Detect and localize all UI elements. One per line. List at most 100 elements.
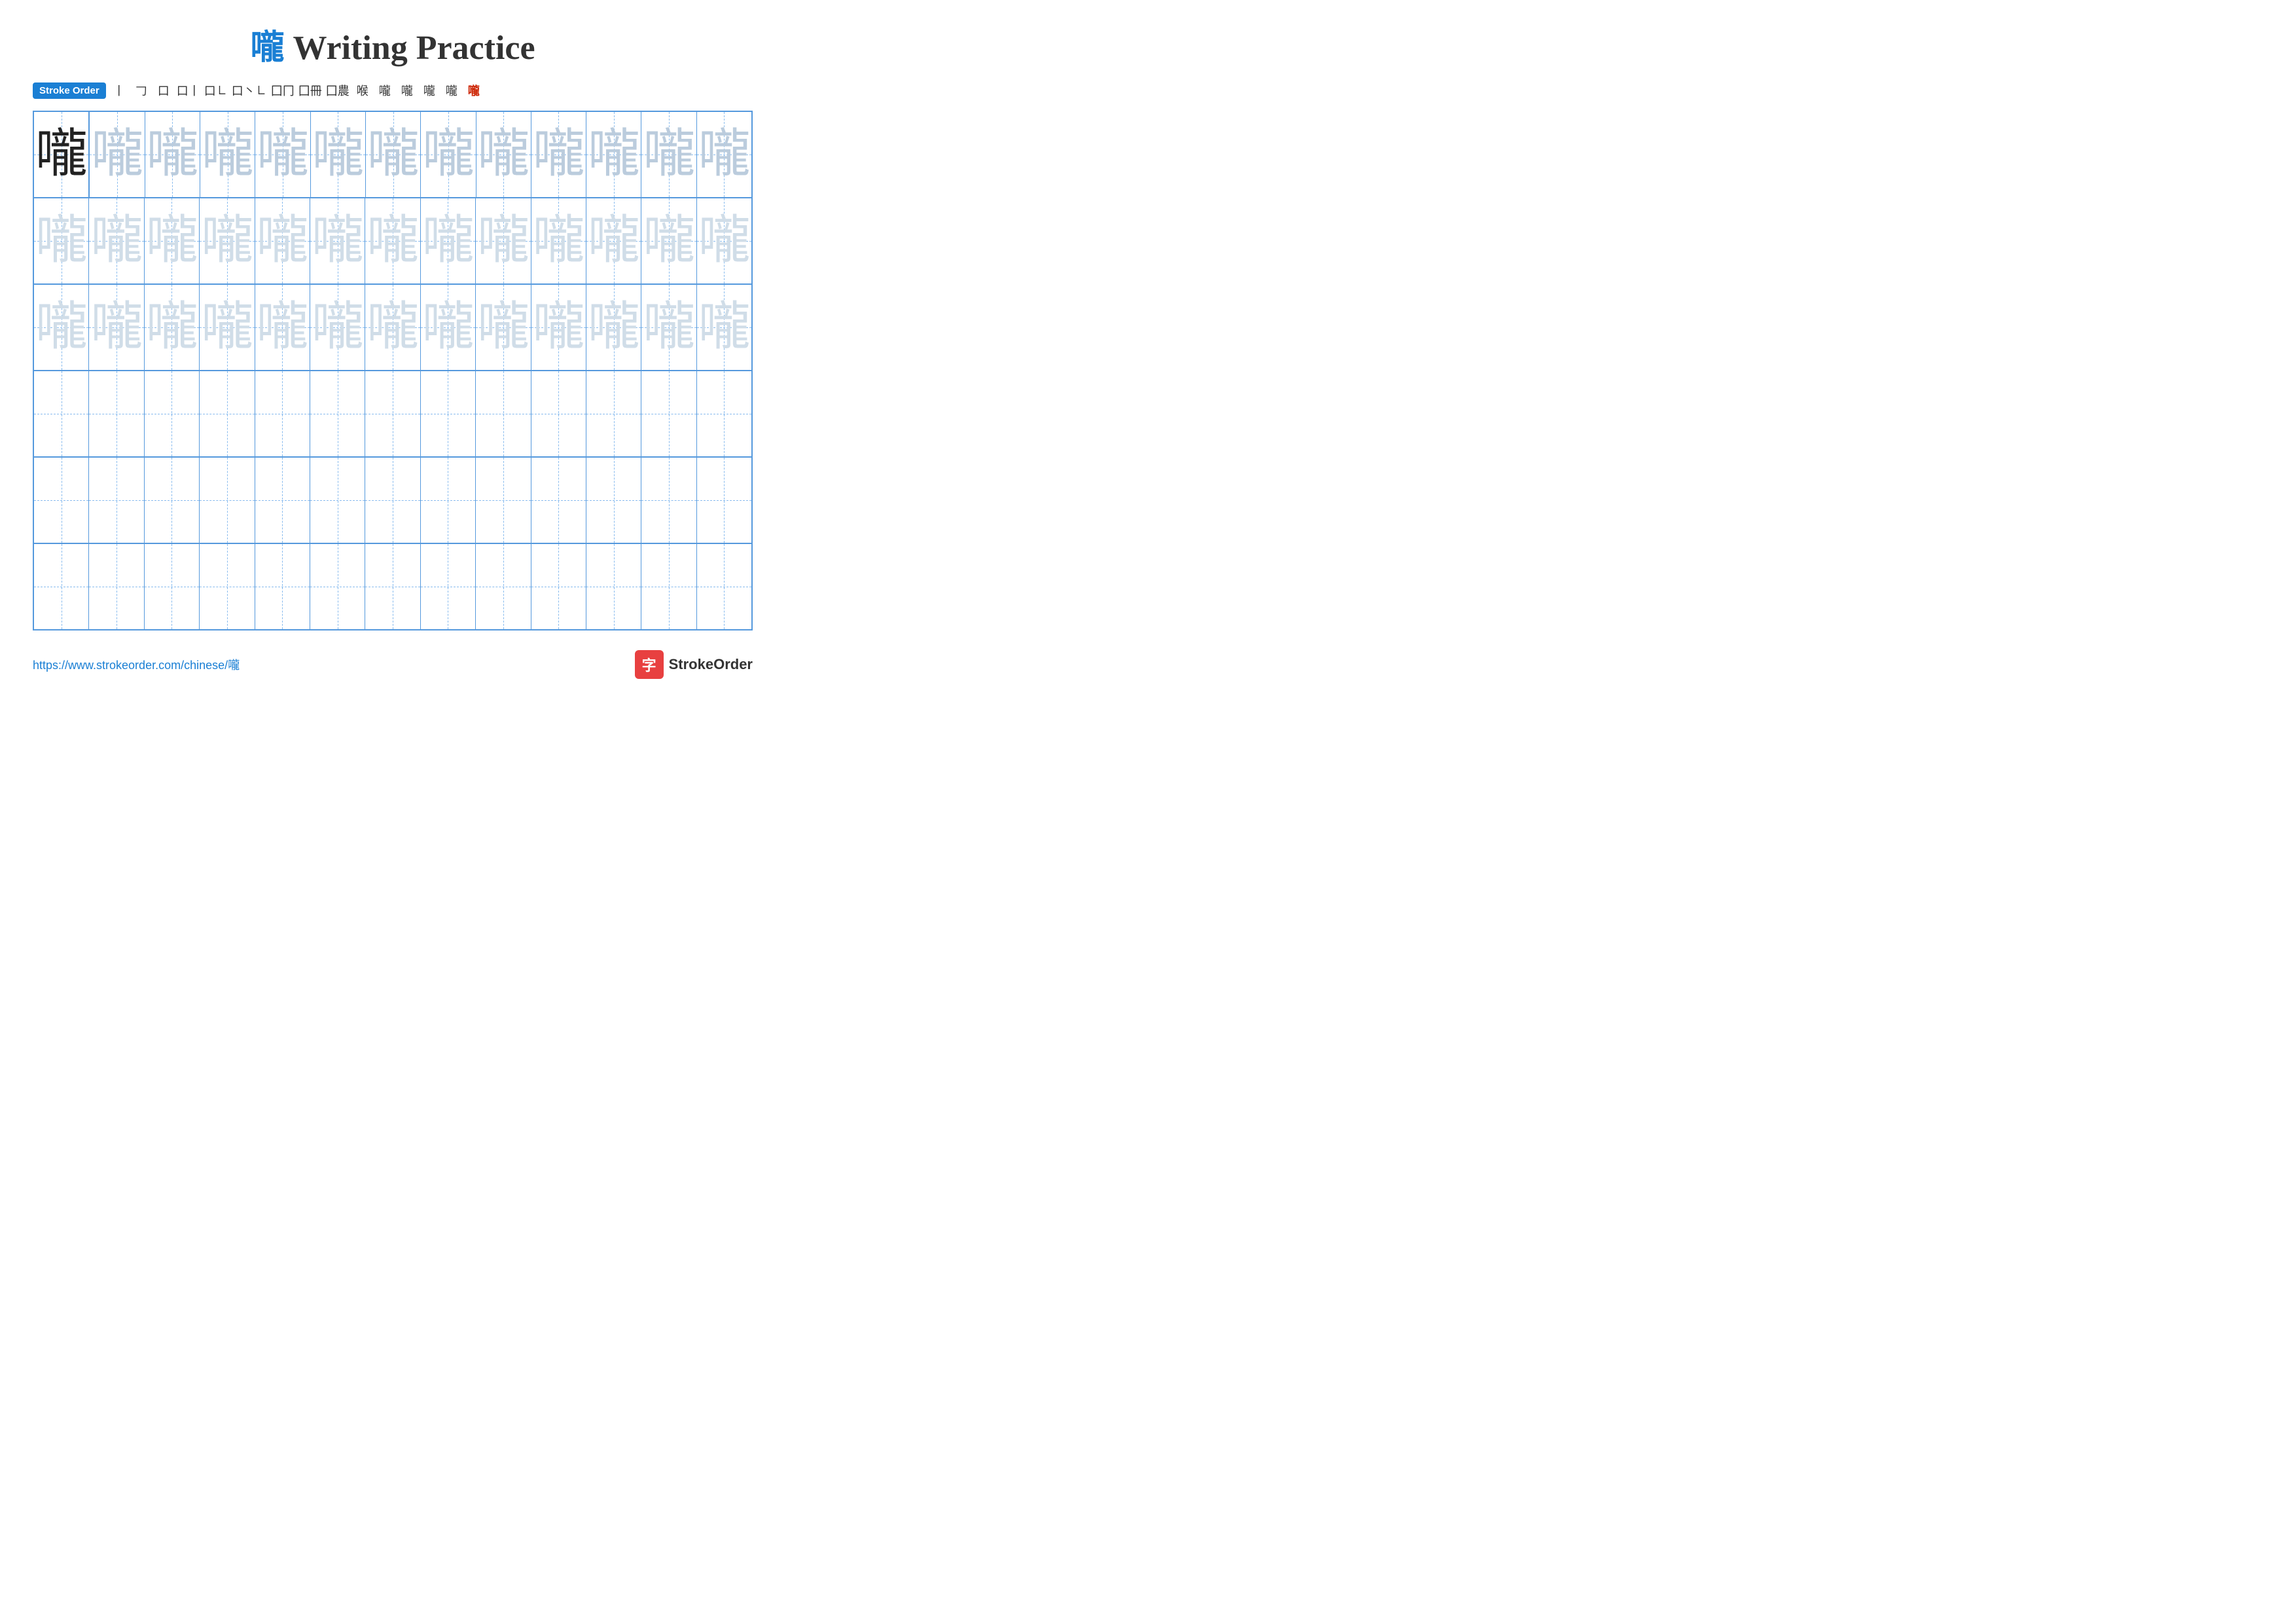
grid-cell-4-12[interactable]	[641, 371, 696, 456]
char-display: 嚨	[145, 215, 198, 267]
grid-cell-6-11[interactable]	[586, 544, 641, 629]
grid-cell-5-5[interactable]	[255, 458, 310, 543]
grid-cell-1-9[interactable]: 嚨	[476, 112, 531, 197]
grid-cell-5-13[interactable]	[697, 458, 751, 543]
grid-cell-2-4[interactable]: 嚨	[200, 198, 255, 283]
char-display: 嚨	[146, 128, 198, 181]
grid-cell-4-2[interactable]	[89, 371, 144, 456]
grid-cell-3-2[interactable]: 嚨	[89, 285, 144, 370]
char-display: 嚨	[91, 128, 143, 181]
grid-cell-2-3[interactable]: 嚨	[145, 198, 200, 283]
grid-cell-5-7[interactable]	[365, 458, 420, 543]
grid-cell-4-1[interactable]	[34, 371, 89, 456]
grid-cell-1-7[interactable]: 嚨	[366, 112, 421, 197]
grid-cell-4-7[interactable]	[365, 371, 420, 456]
grid-cell-5-12[interactable]	[641, 458, 696, 543]
grid-row-4	[34, 371, 751, 458]
grid-cell-5-8[interactable]	[421, 458, 476, 543]
char-display: 嚨	[698, 301, 750, 354]
grid-cell-5-10[interactable]	[531, 458, 586, 543]
grid-cell-2-2[interactable]: 嚨	[89, 198, 144, 283]
char-display: 嚨	[477, 301, 529, 354]
grid-cell-1-1[interactable]: 嚨	[34, 112, 90, 197]
grid-cell-1-12[interactable]: 嚨	[641, 112, 696, 197]
char-display: 嚨	[422, 215, 474, 267]
grid-cell-4-8[interactable]	[421, 371, 476, 456]
grid-cell-4-3[interactable]	[145, 371, 200, 456]
grid-cell-6-7[interactable]	[365, 544, 420, 629]
char-display: 嚨	[367, 128, 420, 181]
grid-cell-2-5[interactable]: 嚨	[255, 198, 310, 283]
footer-url[interactable]: https://www.strokeorder.com/chinese/嚨	[33, 656, 240, 673]
grid-cell-1-6[interactable]: 嚨	[311, 112, 366, 197]
title-area: 嚨 Writing Practice	[33, 20, 753, 69]
grid-cell-4-5[interactable]	[255, 371, 310, 456]
grid-cell-6-6[interactable]	[310, 544, 365, 629]
grid-cell-3-4[interactable]: 嚨	[200, 285, 255, 370]
grid-cell-1-5[interactable]: 嚨	[255, 112, 310, 197]
grid-cell-1-13[interactable]: 嚨	[697, 112, 751, 197]
grid-cell-6-10[interactable]	[531, 544, 586, 629]
grid-cell-5-3[interactable]	[145, 458, 200, 543]
grid-cell-3-12[interactable]: 嚨	[641, 285, 696, 370]
char-display: 嚨	[257, 128, 309, 181]
grid-cell-4-10[interactable]	[531, 371, 586, 456]
grid-cell-5-11[interactable]	[586, 458, 641, 543]
grid-cell-3-8[interactable]: 嚨	[421, 285, 476, 370]
grid-cell-3-6[interactable]: 嚨	[310, 285, 365, 370]
grid-cell-5-9[interactable]	[476, 458, 531, 543]
grid-cell-5-4[interactable]	[200, 458, 255, 543]
char-display: 嚨	[422, 301, 474, 354]
grid-cell-6-2[interactable]	[89, 544, 144, 629]
grid-cell-6-8[interactable]	[421, 544, 476, 629]
grid-cell-4-11[interactable]	[586, 371, 641, 456]
stroke-step-12: 嚨	[398, 82, 416, 99]
grid-cell-5-2[interactable]	[89, 458, 144, 543]
grid-cell-4-6[interactable]	[310, 371, 365, 456]
grid-cell-6-13[interactable]	[697, 544, 751, 629]
grid-cell-3-10[interactable]: 嚨	[531, 285, 586, 370]
grid-cell-3-9[interactable]: 嚨	[476, 285, 531, 370]
char-display: 嚨	[312, 128, 364, 181]
grid-cell-1-2[interactable]: 嚨	[90, 112, 145, 197]
grid-cell-2-10[interactable]: 嚨	[531, 198, 586, 283]
grid-cell-4-13[interactable]	[697, 371, 751, 456]
grid-cell-3-3[interactable]: 嚨	[145, 285, 200, 370]
grid-cell-3-1[interactable]: 嚨	[34, 285, 89, 370]
grid-cell-3-11[interactable]: 嚨	[586, 285, 641, 370]
grid-cell-2-11[interactable]: 嚨	[586, 198, 641, 283]
grid-cell-4-4[interactable]	[200, 371, 255, 456]
grid-cell-1-8[interactable]: 嚨	[421, 112, 476, 197]
grid-cell-2-13[interactable]: 嚨	[697, 198, 751, 283]
stroke-step-3: 口	[154, 82, 173, 99]
grid-cell-2-1[interactable]: 嚨	[34, 198, 89, 283]
grid-cell-6-5[interactable]	[255, 544, 310, 629]
stroke-order-badge: Stroke Order	[33, 82, 106, 99]
grid-cell-6-3[interactable]	[145, 544, 200, 629]
grid-cell-1-10[interactable]: 嚨	[531, 112, 586, 197]
grid-cell-3-7[interactable]: 嚨	[365, 285, 420, 370]
grid-cell-2-8[interactable]: 嚨	[421, 198, 476, 283]
grid-row-1: 嚨 嚨 嚨 嚨 嚨 嚨 嚨 嚨 嚨 嚨 嚨 嚨	[34, 112, 751, 198]
practice-grid: 嚨 嚨 嚨 嚨 嚨 嚨 嚨 嚨 嚨 嚨 嚨 嚨	[33, 111, 753, 630]
grid-cell-5-6[interactable]	[310, 458, 365, 543]
grid-row-5	[34, 458, 751, 544]
grid-cell-2-6[interactable]: 嚨	[310, 198, 365, 283]
grid-cell-1-3[interactable]: 嚨	[145, 112, 200, 197]
char-display: 嚨	[422, 128, 475, 181]
grid-cell-6-9[interactable]	[476, 544, 531, 629]
grid-cell-2-12[interactable]: 嚨	[641, 198, 696, 283]
grid-cell-3-13[interactable]: 嚨	[697, 285, 751, 370]
grid-cell-1-4[interactable]: 嚨	[200, 112, 255, 197]
stroke-step-2: 𠃌	[132, 82, 151, 99]
grid-cell-1-11[interactable]: 嚨	[586, 112, 641, 197]
grid-row-3: 嚨 嚨 嚨 嚨 嚨 嚨 嚨 嚨 嚨 嚨 嚨 嚨 嚨	[34, 285, 751, 371]
grid-cell-6-1[interactable]	[34, 544, 89, 629]
grid-cell-2-9[interactable]: 嚨	[476, 198, 531, 283]
grid-cell-2-7[interactable]: 嚨	[365, 198, 420, 283]
grid-cell-3-5[interactable]: 嚨	[255, 285, 310, 370]
grid-cell-6-12[interactable]	[641, 544, 696, 629]
grid-cell-5-1[interactable]	[34, 458, 89, 543]
grid-cell-6-4[interactable]	[200, 544, 255, 629]
grid-cell-4-9[interactable]	[476, 371, 531, 456]
